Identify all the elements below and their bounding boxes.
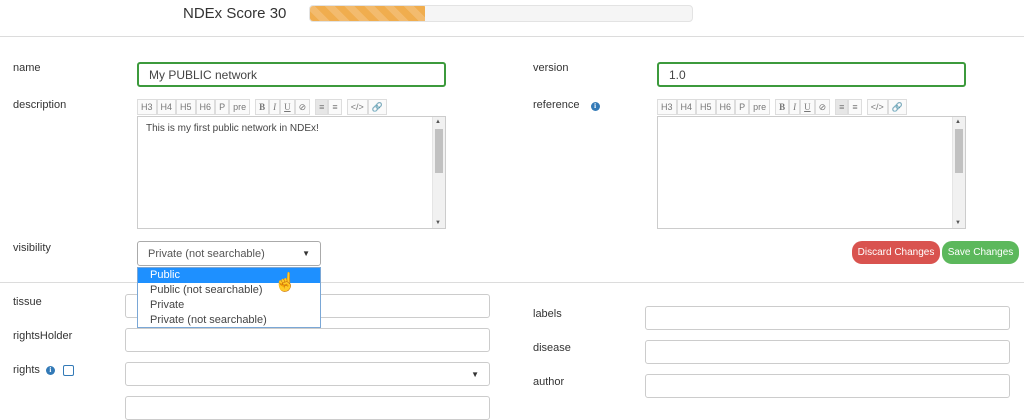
disease-label: disease <box>533 342 571 354</box>
score-progress-fill <box>310 6 425 21</box>
description-scrollbar[interactable]: ▲ ▼ <box>432 117 445 228</box>
rights-select[interactable]: ▼ <box>125 362 490 386</box>
code-button[interactable]: </> <box>346 99 368 115</box>
save-changes-button[interactable]: Save Changes <box>942 241 1019 264</box>
visibility-option-private[interactable]: Private <box>138 298 320 313</box>
h4-button[interactable]: H4 <box>676 99 697 115</box>
italic-button[interactable]: I <box>789 99 801 115</box>
rightsholder-label: rightsHolder <box>13 330 73 342</box>
divider-top <box>0 36 1024 37</box>
format-buttons: B I U ⊘ <box>255 99 311 115</box>
author-input[interactable] <box>645 374 1010 398</box>
version-label: version <box>533 62 569 74</box>
align-buttons: ≡ ≡ <box>835 99 862 115</box>
info-icon[interactable]: i <box>45 365 55 375</box>
hand-pointer-icon: ☝ <box>274 272 297 292</box>
format-buttons: B I U ⊘ <box>775 99 831 115</box>
visibility-option-private-not-searchable[interactable]: Private (not searchable) <box>138 313 320 328</box>
h5-button[interactable]: H5 <box>696 99 716 115</box>
h3-button[interactable]: H3 <box>137 99 157 115</box>
heading-buttons: H3 H4 H5 H6 P pre <box>137 99 251 115</box>
h6-button[interactable]: H6 <box>715 99 736 115</box>
info-icon[interactable]: i <box>590 102 600 111</box>
align-center-button[interactable]: ≡ <box>848 99 862 115</box>
bold-button[interactable]: B <box>255 99 270 115</box>
h3-button[interactable]: H3 <box>657 99 677 115</box>
reference-label-text: reference <box>533 99 580 111</box>
h4-button[interactable]: H4 <box>156 99 177 115</box>
rights-label-text: rights <box>13 364 40 376</box>
reference-toolbar: H3 H4 H5 H6 P pre B I U ⊘ ≡ ≡ </> 🔗 <box>657 99 910 115</box>
clear-format-button[interactable]: ⊘ <box>814 99 831 115</box>
description-toolbar: H3 H4 H5 H6 P pre B I U ⊘ ≡ ≡ </> 🔗 <box>137 99 390 115</box>
align-left-button[interactable]: ≡ <box>835 99 849 115</box>
name-input-value: My PUBLIC network <box>149 67 258 82</box>
dropdown-arrow-icon: ▼ <box>302 249 310 258</box>
insert-buttons: </> 🔗 <box>346 99 387 115</box>
visibility-select[interactable]: Private (not searchable) ▼ <box>137 241 321 266</box>
labels-input[interactable] <box>645 306 1010 330</box>
rights-label: rights i <box>13 364 74 376</box>
disease-input[interactable] <box>645 340 1010 364</box>
description-label: description <box>13 99 67 111</box>
pre-button[interactable]: pre <box>749 99 771 115</box>
author-label: author <box>533 376 565 388</box>
h6-button[interactable]: H6 <box>195 99 216 115</box>
align-left-button[interactable]: ≡ <box>315 99 329 115</box>
version-input-value: 1.0 <box>669 67 686 82</box>
bold-button[interactable]: B <box>775 99 790 115</box>
align-center-button[interactable]: ≡ <box>328 99 342 115</box>
underline-button[interactable]: U <box>800 99 815 115</box>
dropdown-arrow-icon: ▼ <box>471 369 479 379</box>
tissue-label: tissue <box>13 296 42 308</box>
reference-label: reference i <box>533 99 600 111</box>
h5-button[interactable]: H5 <box>176 99 196 115</box>
scroll-thumb[interactable] <box>435 129 443 173</box>
clear-format-button[interactable]: ⊘ <box>294 99 311 115</box>
name-label: name <box>13 62 41 74</box>
reference-scrollbar[interactable]: ▲ ▼ <box>952 117 965 228</box>
scroll-up-icon[interactable]: ▲ <box>435 119 441 125</box>
underline-button[interactable]: U <box>280 99 295 115</box>
insert-buttons: </> 🔗 <box>866 99 907 115</box>
scroll-up-icon[interactable]: ▲ <box>955 119 961 125</box>
labels-label: labels <box>533 308 562 320</box>
link-button[interactable]: 🔗 <box>887 99 907 115</box>
link-button[interactable]: 🔗 <box>367 99 387 115</box>
ndex-score-label: NDEx Score 30 <box>183 5 287 22</box>
italic-button[interactable]: I <box>269 99 281 115</box>
scroll-down-icon[interactable]: ▼ <box>955 220 961 226</box>
description-editor[interactable]: This is my first public network in NDEx!… <box>137 116 446 229</box>
heading-buttons: H3 H4 H5 H6 P pre <box>657 99 771 115</box>
pre-button[interactable]: pre <box>229 99 251 115</box>
rightsholder-input[interactable] <box>125 328 490 352</box>
code-button[interactable]: </> <box>866 99 888 115</box>
discard-changes-button[interactable]: Discard Changes <box>852 241 940 264</box>
score-progress-bar <box>309 5 693 22</box>
align-buttons: ≡ ≡ <box>315 99 342 115</box>
visibility-selected-value: Private (not searchable) <box>148 247 265 260</box>
name-input[interactable]: My PUBLIC network <box>137 62 446 87</box>
version-input[interactable]: 1.0 <box>657 62 966 87</box>
p-button[interactable]: P <box>215 99 230 115</box>
scroll-down-icon[interactable]: ▼ <box>435 220 441 226</box>
p-button[interactable]: P <box>735 99 750 115</box>
scroll-thumb[interactable] <box>955 129 963 173</box>
edit-icon[interactable] <box>62 364 74 376</box>
reference-editor[interactable]: ▲ ▼ <box>657 116 966 229</box>
visibility-label: visibility <box>13 242 51 254</box>
description-text: This is my first public network in NDEx! <box>146 123 319 134</box>
